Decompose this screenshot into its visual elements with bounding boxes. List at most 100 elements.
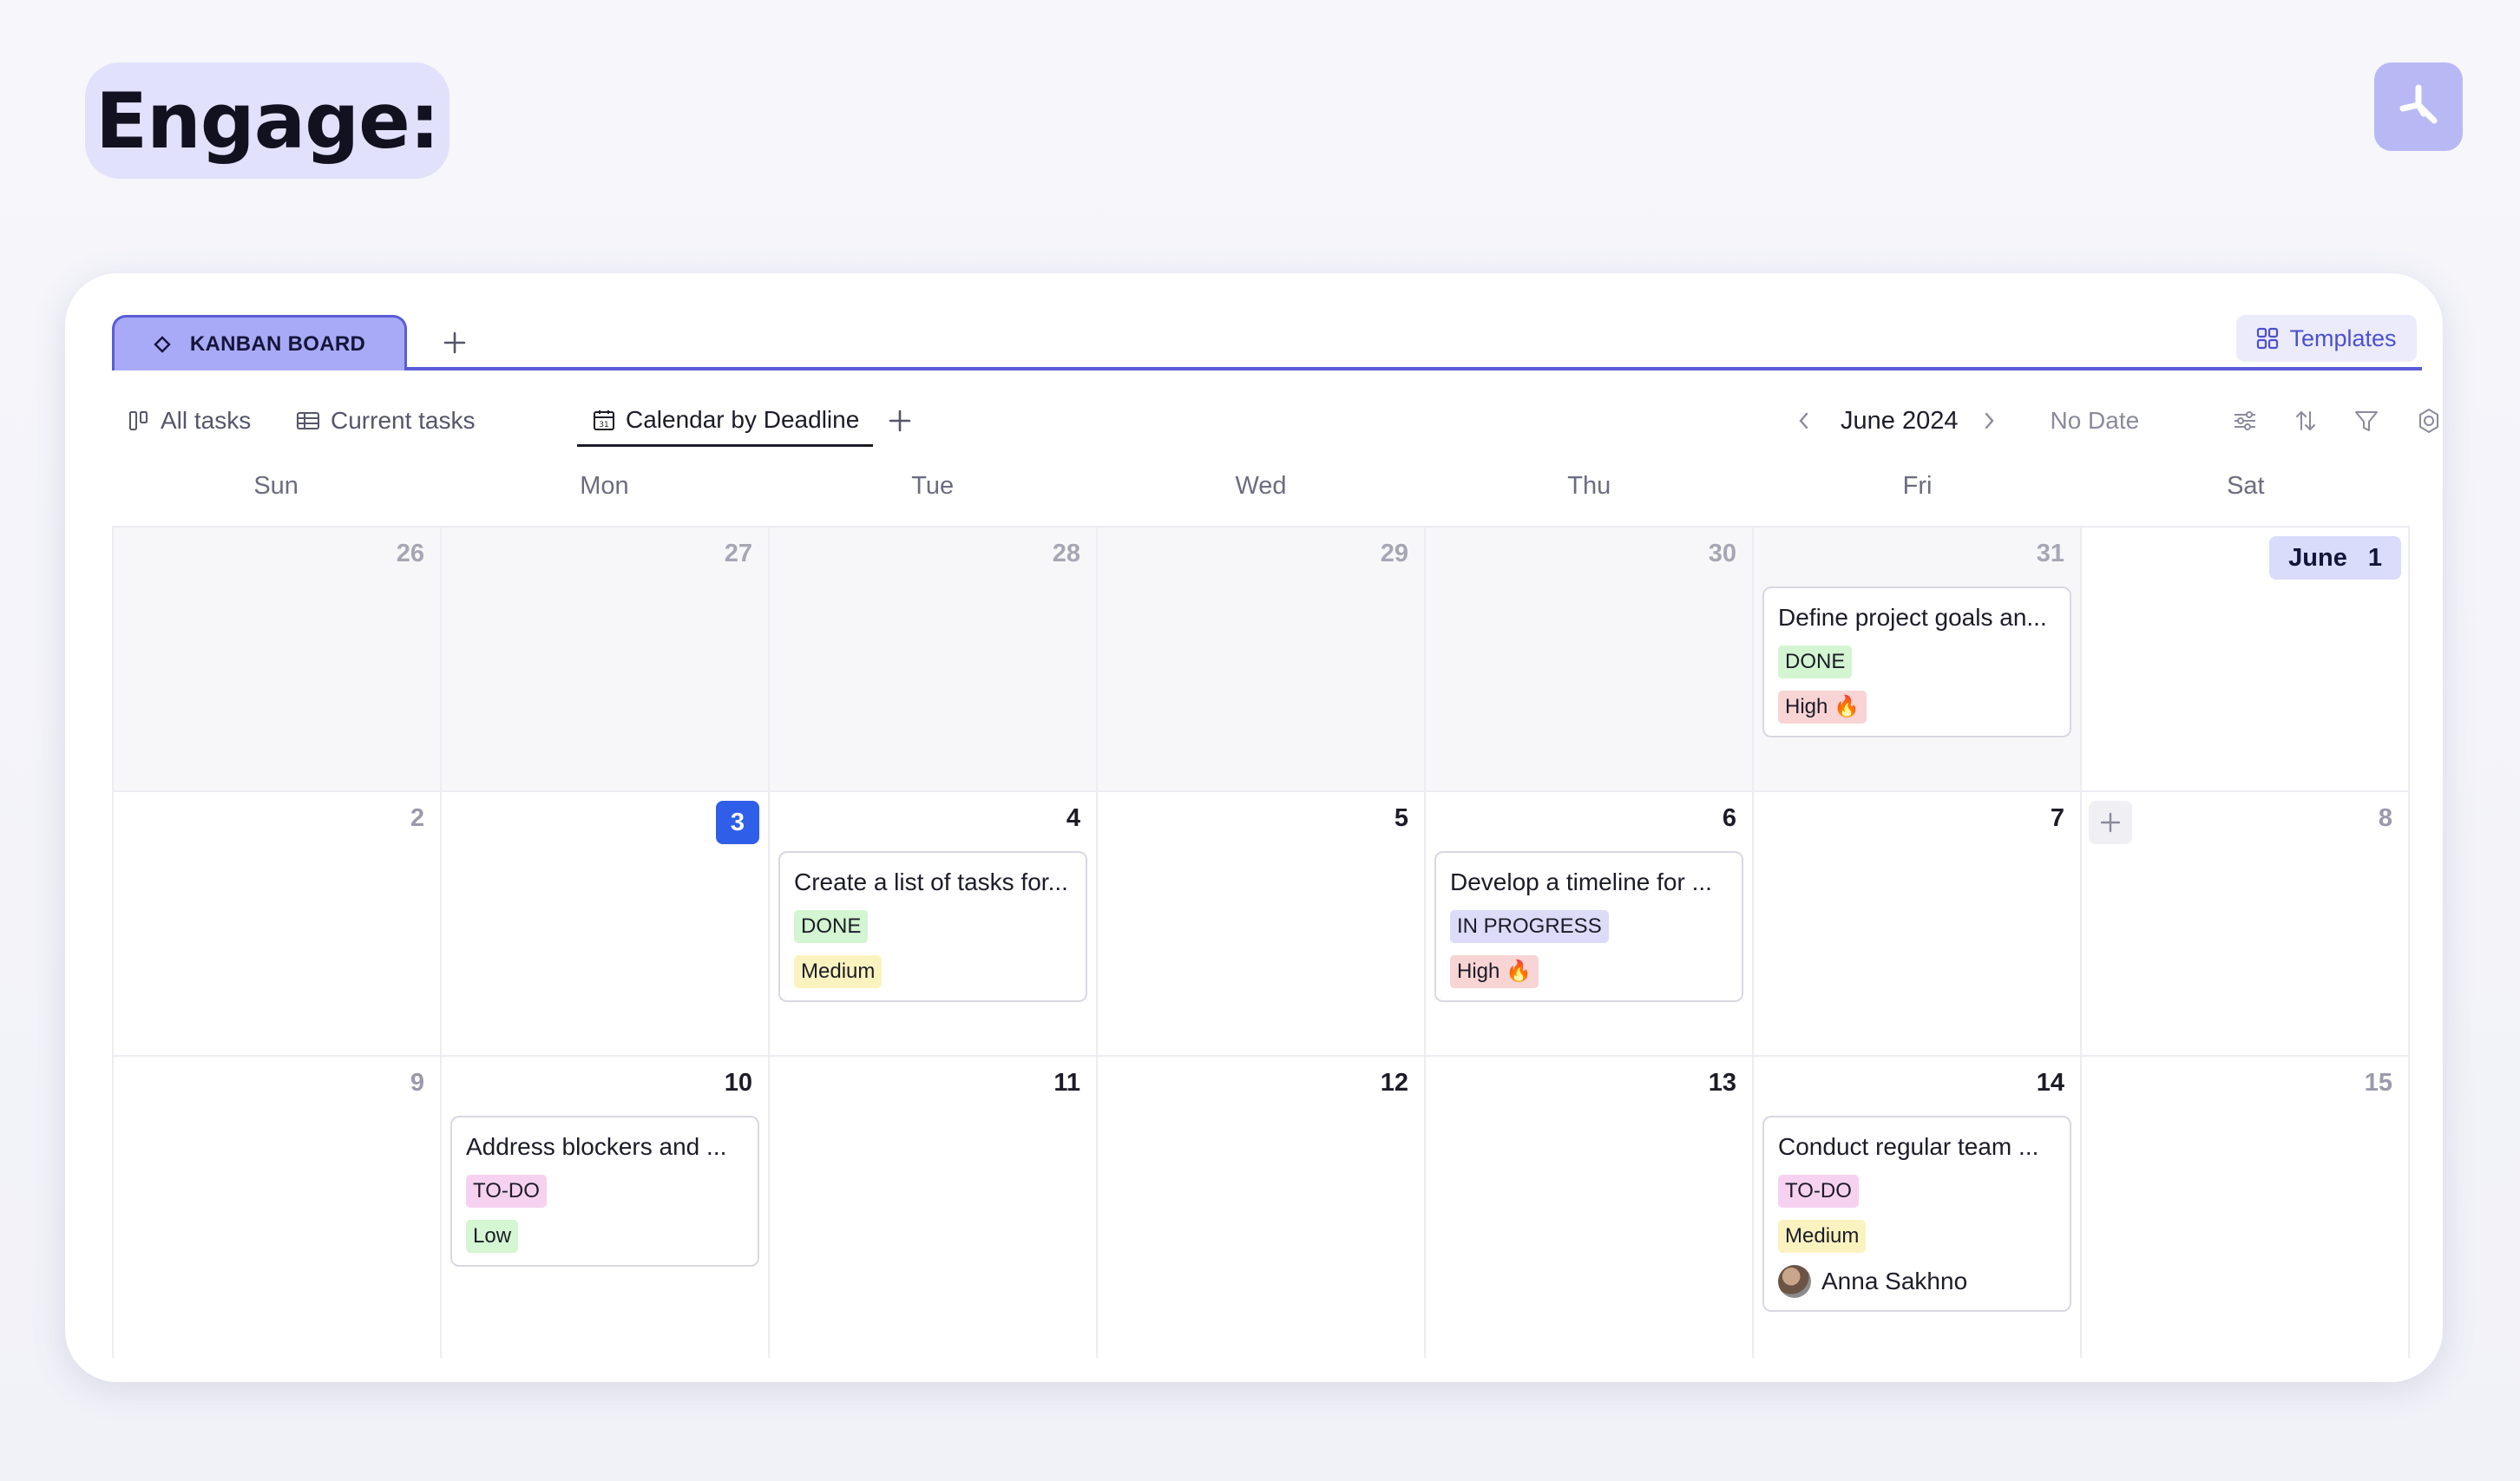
priority-badge: Low (466, 1220, 519, 1253)
task-title: Develop a timeline for ... (1450, 868, 1712, 895)
calendar-day[interactable]: 15 (2082, 1057, 2410, 1382)
calendar-day[interactable]: 3 (442, 792, 770, 1057)
calendar-day[interactable]: 11 (770, 1057, 1098, 1382)
priority-badge: Medium (1778, 1220, 1867, 1253)
settings-button[interactable] (2412, 403, 2443, 438)
weekday-label: Wed (1235, 472, 1287, 500)
calendar-day[interactable]: 30 (1426, 528, 1754, 792)
calendar-day[interactable]: 26 (114, 528, 442, 792)
templates-button[interactable]: Templates (2236, 315, 2417, 362)
weekday-label: Sat (2227, 472, 2265, 500)
day-number: 26 (396, 540, 424, 567)
calendar-day[interactable]: 14 Conduct regular team ... TO-DO Medium… (1754, 1057, 2082, 1382)
day-number: 13 (1708, 1069, 1736, 1097)
tab-calendar-label: Calendar by Deadline (626, 405, 860, 433)
sliders-icon (2235, 411, 2255, 430)
task-card[interactable]: Create a list of tasks for... DONE Mediu… (778, 851, 1087, 1002)
priority-badge: High 🔥 (1450, 955, 1539, 988)
calendar-day[interactable]: 31 Define project goals an... DONE High … (1754, 528, 2082, 792)
prev-month-button[interactable] (1787, 403, 1821, 438)
day-number: 29 (1380, 540, 1408, 567)
calendar-day[interactable]: 9 (114, 1057, 442, 1382)
task-card[interactable]: Develop a timeline for ... IN PROGRESS H… (1434, 851, 1743, 1002)
calendar-day[interactable]: 6 Develop a timeline for ... IN PROGRESS… (1426, 792, 1754, 1057)
task-card[interactable]: Address blockers and ... TO-DO Low (450, 1116, 759, 1267)
add-view-button[interactable] (883, 403, 917, 438)
avatar (1778, 1265, 1811, 1298)
priority-badge: High 🔥 (1778, 691, 1867, 724)
tab-current-tasks[interactable]: Current tasks (296, 395, 476, 447)
status-badge: TO-DO (1778, 1175, 1859, 1208)
sort-button[interactable] (2288, 403, 2323, 438)
tab-kanban-label: KANBAN BOARD (189, 331, 366, 356)
calendar-day[interactable]: June 1 (2082, 528, 2410, 792)
status-badge: DONE (1778, 645, 1853, 678)
task-title: Define project goals an... (1778, 604, 2047, 631)
templates-label: Templates (2289, 324, 2397, 351)
task-title: Address blockers and ... (466, 1133, 727, 1160)
add-task-button[interactable] (2089, 801, 2132, 844)
calendar-day[interactable]: 27 (442, 528, 770, 792)
no-date-button[interactable]: No Date (2050, 407, 2139, 435)
task-card[interactable]: Conduct regular team ... TO-DO Medium An… (1762, 1116, 2071, 1312)
view-toolbar: All tasks Current tasks 31 Calendar by D… (112, 395, 2438, 447)
weekday-label: Tue (911, 472, 955, 500)
page-title: Engage: (85, 62, 450, 179)
sort-icon (2296, 410, 2315, 431)
weekday-label: Mon (580, 472, 629, 500)
calendar-day[interactable]: 28 (770, 528, 1098, 792)
tab-current-tasks-label: Current tasks (331, 407, 476, 434)
day-number: 5 (1394, 804, 1408, 832)
task-card[interactable]: Define project goals an... DONE High 🔥 (1762, 587, 2071, 737)
task-title: Conduct regular team ... (1778, 1133, 2039, 1160)
calendar-day[interactable]: 7 (1754, 792, 2082, 1057)
calendar-day[interactable]: 13 (1426, 1057, 1754, 1382)
calendar-grid: 26 27 28 29 30 31 Define project goals a… (112, 526, 2410, 1382)
next-month-button[interactable] (1972, 403, 2006, 438)
filter-button[interactable] (2349, 403, 2384, 438)
month-start-label: June (2288, 543, 2347, 572)
day-number: 9 (410, 1069, 424, 1097)
weekday-label: Sun (253, 472, 299, 500)
calendar-day[interactable]: 4 Create a list of tasks for... DONE Med… (770, 792, 1098, 1057)
tab-calendar-by-deadline[interactable]: 31 Calendar by Deadline (577, 395, 874, 447)
day-number: 14 (2036, 1069, 2064, 1097)
day-number: 2 (410, 804, 424, 832)
day-number: 15 (2364, 1069, 2392, 1097)
day-number: 8 (2378, 804, 2392, 832)
day-number: 6 (1722, 804, 1736, 832)
calendar-day[interactable]: 5 (1098, 792, 1426, 1057)
calendar-day[interactable]: 12 (1098, 1057, 1426, 1382)
status-badge: TO-DO (466, 1175, 547, 1208)
calendar-day[interactable]: 2 (114, 792, 442, 1057)
plus-icon (443, 331, 466, 354)
app-logo[interactable] (2374, 62, 2463, 151)
day-number: 1 (2367, 543, 2382, 572)
current-month: June 2024 (1841, 406, 1959, 435)
day-number: 10 (724, 1069, 752, 1097)
board-card: KANBAN BOARD Templates All tasks Current… (65, 273, 2443, 1382)
tab-all-tasks[interactable]: All tasks (128, 395, 251, 447)
tab-kanban-board[interactable]: KANBAN BOARD (112, 315, 407, 370)
month-start-badge: June 1 (2269, 536, 2401, 580)
plus-icon (889, 410, 911, 432)
task-title: Create a list of tasks for... (794, 868, 1068, 895)
calendar-day[interactable]: 29 (1098, 528, 1426, 792)
status-badge: IN PROGRESS (1450, 910, 1609, 943)
calendar-day[interactable]: 10 Address blockers and ... TO-DO Low (442, 1057, 770, 1382)
assignee[interactable]: Anna Sakhno (1778, 1265, 2056, 1298)
diamond-icon (154, 335, 171, 353)
board-icon (129, 411, 148, 430)
logo-icon (2399, 84, 2438, 124)
card-bottom-edge (65, 1358, 2443, 1382)
month-navigation: June 2024 No Date (1787, 395, 2139, 447)
day-number: 7 (2050, 804, 2064, 832)
weekday-header: Sun Mon Tue Wed Thu Fri Sat (112, 464, 2410, 508)
status-badge: DONE (794, 910, 869, 943)
calendar-day[interactable]: 8 (2082, 792, 2410, 1057)
day-number: 12 (1380, 1069, 1408, 1097)
board-tabbar: KANBAN BOARD Templates (112, 315, 2422, 370)
add-tab-button[interactable] (437, 325, 472, 360)
weekday-label: Fri (1902, 472, 1933, 500)
settings-sliders-button[interactable] (2228, 403, 2262, 438)
